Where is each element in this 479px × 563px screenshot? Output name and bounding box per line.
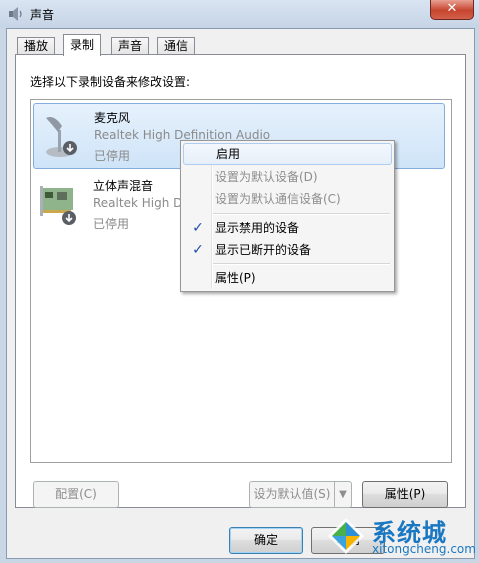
menu-item-show-disabled[interactable]: ✓ 显示禁用的设备 [183, 217, 392, 239]
watermark-url: xitongcheng.com [372, 542, 476, 556]
watermark-logo-icon [328, 518, 364, 554]
device-status: 已停用 [93, 217, 130, 231]
menu-item-label: 显示已断开的设备 [215, 243, 312, 257]
menu-item-enable[interactable]: 启用 [183, 143, 392, 165]
device-driver: Realtek High D [93, 196, 183, 210]
set-default-button[interactable]: 设为默认值(S) [249, 481, 335, 508]
instruction-text: 选择以下录制设备来修改设置: [30, 75, 191, 89]
microphone-icon [46, 117, 77, 157]
device-status: 已停用 [94, 149, 131, 163]
configure-button[interactable]: 配置(C) [33, 481, 119, 508]
chevron-down-icon[interactable]: ▼ [334, 481, 352, 508]
menu-item-set-default[interactable]: 设置为默认设备(D) [183, 166, 392, 188]
menu-item-label: 设置为默认通信设备(C) [215, 192, 341, 206]
menu-separator [213, 213, 390, 215]
menu-item-show-disconnected[interactable]: ✓ 显示已断开的设备 [183, 239, 392, 261]
tab-sounds[interactable]: 声音 [111, 37, 150, 55]
sound-card-icon [40, 186, 76, 225]
tab-playback[interactable]: 播放 [17, 37, 56, 55]
menu-item-label: 启用 [216, 147, 241, 161]
context-menu: 启用 设置为默认设备(D) 设置为默认通信设备(C) ✓ 显示禁用的设备 ✓ 显… [180, 140, 395, 292]
check-icon: ✓ [192, 220, 204, 236]
close-icon: ✕ [446, 1, 458, 16]
title-bar: 声音 ✕ [0, 0, 479, 28]
menu-separator [213, 263, 390, 265]
dialog-body: 播放 录制 声音 通信 选择以下录制设备来修改设置: 麦克风 Realtek H… [6, 28, 475, 559]
menu-item-label: 设置为默认设备(D) [215, 170, 318, 184]
tab-recording[interactable]: 录制 [63, 34, 102, 56]
menu-item-properties[interactable]: 属性(P) [183, 267, 392, 289]
menu-item-set-default-comm[interactable]: 设置为默认通信设备(C) [183, 188, 392, 210]
device-name: 立体声混音 [93, 179, 154, 193]
speaker-icon [9, 7, 22, 21]
check-icon: ✓ [192, 242, 204, 258]
properties-button[interactable]: 属性(P) [362, 481, 448, 508]
tab-communications[interactable]: 通信 [157, 37, 196, 55]
menu-item-label: 显示禁用的设备 [215, 221, 300, 235]
device-name: 麦克风 [94, 111, 131, 125]
menu-item-label: 属性(P) [215, 271, 256, 285]
ok-button[interactable]: 确定 [229, 527, 303, 554]
window-title: 声音 [30, 8, 55, 22]
close-button[interactable]: ✕ [430, 0, 474, 20]
